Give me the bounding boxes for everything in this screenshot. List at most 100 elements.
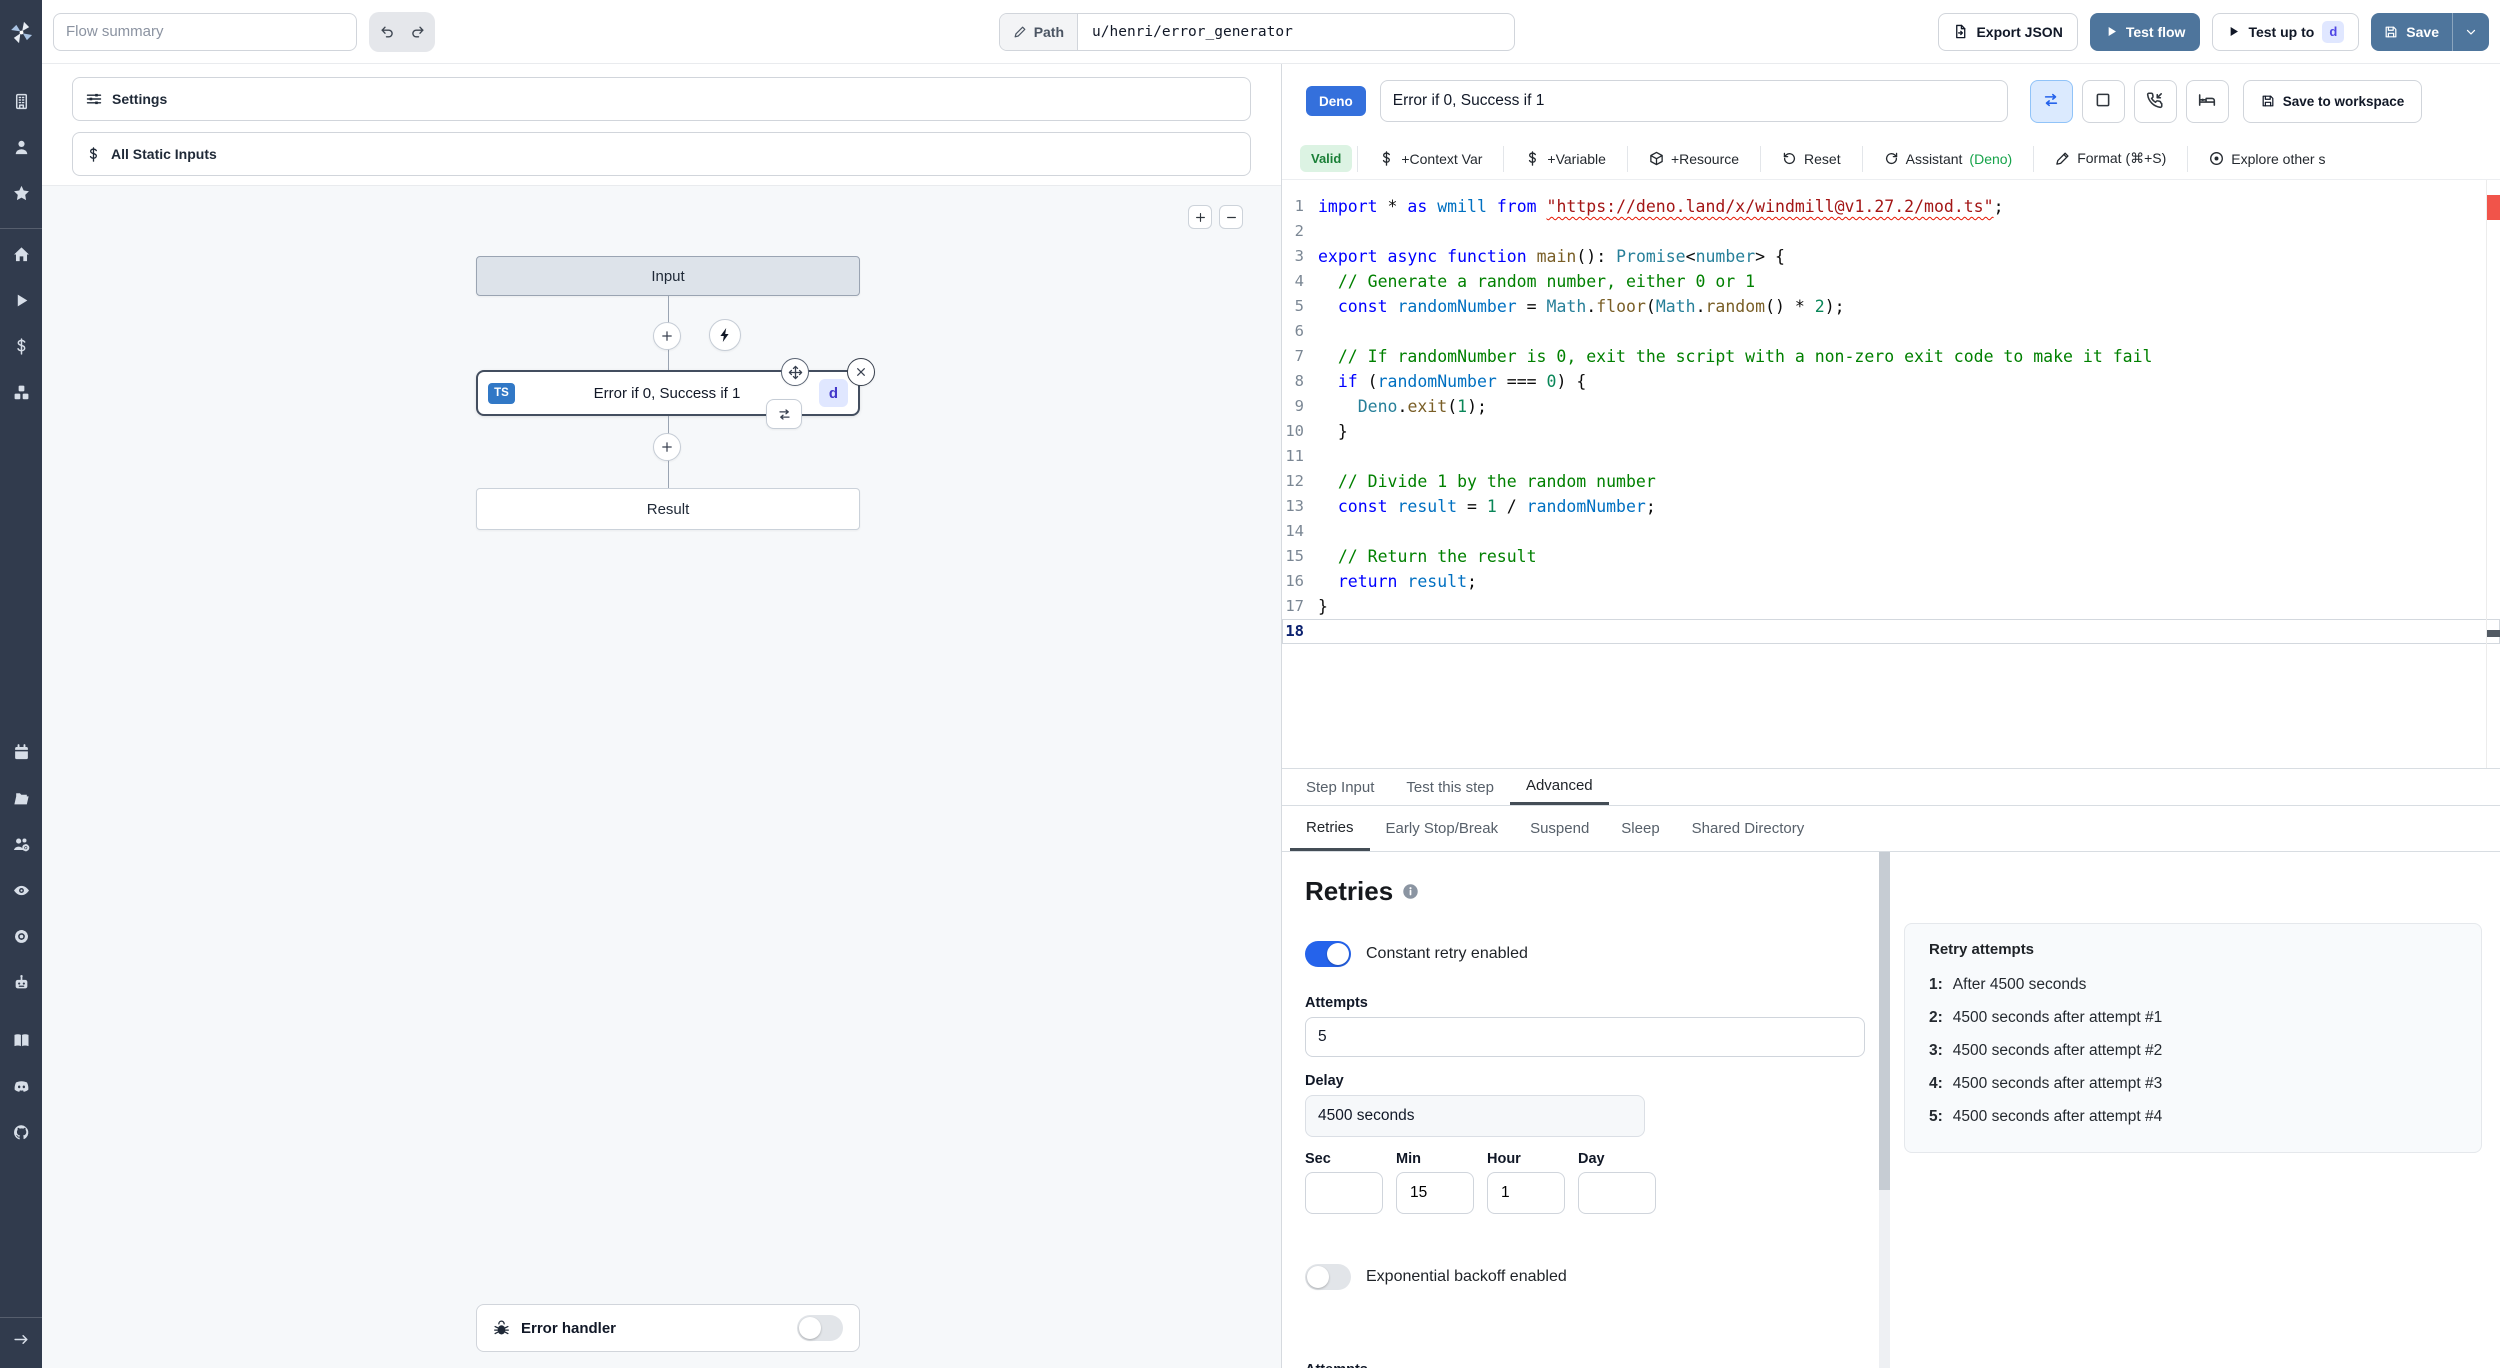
code-line-1[interactable]: 1 import * as wmill from "https://deno.la…: [1282, 194, 2500, 219]
constant-retry-toggle[interactable]: [1305, 941, 1351, 967]
sidebar-item-user[interactable]: [5, 134, 37, 166]
language-badge[interactable]: Deno: [1306, 86, 1366, 116]
reset-button[interactable]: Reset: [1761, 138, 1862, 179]
code-line-3[interactable]: 3 export async function main(): Promise<n…: [1282, 244, 2500, 269]
bed-feature-button[interactable]: [2185, 79, 2229, 123]
sidebar-collapse[interactable]: [0, 1317, 42, 1368]
code-line-7[interactable]: 7 // If randomNumber is 0, exit the scri…: [1282, 344, 2500, 369]
code-line-17[interactable]: 17}: [1282, 594, 2500, 619]
delete-step-button[interactable]: [847, 358, 875, 386]
test-flow-button[interactable]: Test flow: [2089, 12, 2201, 51]
all-static-inputs-button[interactable]: All Static Inputs: [72, 132, 1251, 176]
sidebar-divider: [0, 228, 42, 229]
subtab-sleep[interactable]: Sleep: [1605, 806, 1675, 851]
sidebar-item-calendar[interactable]: [5, 739, 37, 771]
code-line-12[interactable]: 12 // Divide 1 by the random number: [1282, 469, 2500, 494]
redo-button[interactable]: [402, 15, 433, 49]
context-var-button[interactable]: +Context Var: [1358, 138, 1503, 179]
info-icon[interactable]: [1402, 883, 1419, 900]
resource-button[interactable]: +Resource: [1628, 138, 1760, 179]
sidebar-item-robot[interactable]: [5, 969, 37, 1001]
step-title-input[interactable]: [1379, 80, 2008, 122]
scrollbar-thumb[interactable]: [1879, 852, 1890, 1190]
windmill-logo-icon[interactable]: [0, 0, 42, 64]
subtab-retries[interactable]: Retries: [1290, 806, 1370, 851]
tab-step-input[interactable]: Step Input: [1290, 769, 1390, 805]
test-up-to-button[interactable]: Test up to d: [2212, 12, 2360, 51]
sidebar-item-github[interactable]: [5, 1119, 37, 1151]
sidebar-item-boxes[interactable]: [5, 379, 37, 411]
sidebar-item-book[interactable]: [5, 1027, 37, 1059]
flow-canvas[interactable]: Input TS Error if 0, Success if 1 d Resu…: [42, 185, 1281, 1368]
delay-input[interactable]: [1305, 1095, 1645, 1137]
code-line-15[interactable]: 15 // Return the result: [1282, 544, 2500, 569]
save-to-workspace-button[interactable]: Save to workspace: [2242, 79, 2423, 123]
code-line-13[interactable]: 13 const result = 1 / randomNumber;: [1282, 494, 2500, 519]
exponential-backoff-toggle[interactable]: [1305, 1264, 1351, 1290]
subtab-shared-directory[interactable]: Shared Directory: [1676, 806, 1821, 851]
folder-open-icon: [13, 790, 30, 812]
content-scrollbar[interactable]: [1879, 852, 1890, 1368]
code-line-18[interactable]: 18: [1282, 619, 2500, 644]
phone-incoming-feature-button[interactable]: [2133, 79, 2177, 123]
trigger-bolt-button[interactable]: [709, 319, 741, 351]
sidebar-item-play[interactable]: [5, 287, 37, 319]
sliders-icon: [86, 91, 102, 107]
tab-test-this-step[interactable]: Test this step: [1390, 769, 1510, 805]
add-step-button[interactable]: [653, 433, 681, 461]
sec-input[interactable]: [1305, 1172, 1383, 1214]
flow-summary-input[interactable]: [53, 12, 357, 51]
zoom-out-button[interactable]: [1219, 205, 1243, 229]
save-dropdown-button[interactable]: [2453, 13, 2489, 51]
subtab-suspend[interactable]: Suspend: [1514, 806, 1605, 851]
tab-advanced[interactable]: Advanced: [1509, 769, 1609, 805]
code-line-16[interactable]: 16 return result;: [1282, 569, 2500, 594]
hour-input[interactable]: [1487, 1172, 1565, 1214]
code-line-2[interactable]: 2: [1282, 219, 2500, 244]
path-editor[interactable]: Path u/henri/error_generator: [998, 12, 1515, 51]
error-handler-toggle[interactable]: [797, 1315, 843, 1341]
format-s-button[interactable]: Format (⌘+S): [2034, 138, 2187, 179]
min-input[interactable]: [1396, 1172, 1474, 1214]
error-handler-box[interactable]: Error handler: [476, 1304, 860, 1352]
subtab-early-stop-break[interactable]: Early Stop/Break: [1370, 806, 1515, 851]
save-button[interactable]: Save: [2371, 12, 2453, 51]
flow-settings-button[interactable]: Settings: [72, 77, 1251, 121]
add-step-button[interactable]: [653, 322, 681, 350]
package-icon: [1649, 151, 1664, 166]
variable-button[interactable]: +Variable: [1504, 138, 1627, 179]
sidebar-item-discord[interactable]: [5, 1073, 37, 1105]
repeat-feature-button[interactable]: [2029, 79, 2073, 123]
move-step-handle[interactable]: [781, 358, 809, 386]
sidebar-item-home[interactable]: [5, 241, 37, 273]
attempts-input[interactable]: [1305, 1017, 1865, 1057]
undo-button[interactable]: [371, 15, 402, 49]
sidebar-item-users-gear[interactable]: [5, 831, 37, 863]
sidebar-item-building[interactable]: [5, 88, 37, 120]
explore-other-s-button[interactable]: Explore other s: [2188, 138, 2346, 179]
code-line-10[interactable]: 10 }: [1282, 419, 2500, 444]
code-editor[interactable]: 1 import * as wmill from "https://deno.la…: [1282, 180, 2500, 768]
code-line-11[interactable]: 11: [1282, 444, 2500, 469]
result-node[interactable]: Result: [476, 488, 860, 530]
retry-indicator-button[interactable]: [766, 399, 802, 429]
code-line-4[interactable]: 4 // Generate a random number, either 0 …: [1282, 269, 2500, 294]
code-line-9[interactable]: 9 Deno.exit(1);: [1282, 394, 2500, 419]
sidebar-item-folder-open[interactable]: [5, 785, 37, 817]
code-line-5[interactable]: 5 const randomNumber = Math.floor(Math.r…: [1282, 294, 2500, 319]
sidebar-item-dollar[interactable]: [5, 333, 37, 365]
export-json-button[interactable]: Export JSON: [1938, 12, 2078, 51]
day-input[interactable]: [1578, 1172, 1656, 1214]
assistant-button[interactable]: Assistant (Deno): [1863, 138, 2034, 179]
step-node-selected[interactable]: TS Error if 0, Success if 1 d: [476, 358, 875, 429]
step-editor-panel: Deno Save to workspace Valid +Context Va…: [1282, 64, 2500, 1368]
sidebar-item-eye[interactable]: [5, 877, 37, 909]
zoom-in-button[interactable]: [1188, 205, 1212, 229]
square-feature-button[interactable]: [2081, 79, 2125, 123]
code-line-8[interactable]: 8 if (randomNumber === 0) {: [1282, 369, 2500, 394]
code-line-14[interactable]: 14: [1282, 519, 2500, 544]
code-line-6[interactable]: 6: [1282, 319, 2500, 344]
input-node[interactable]: Input: [476, 256, 860, 296]
sidebar-item-star[interactable]: [5, 180, 37, 212]
sidebar-item-gear[interactable]: [5, 923, 37, 955]
